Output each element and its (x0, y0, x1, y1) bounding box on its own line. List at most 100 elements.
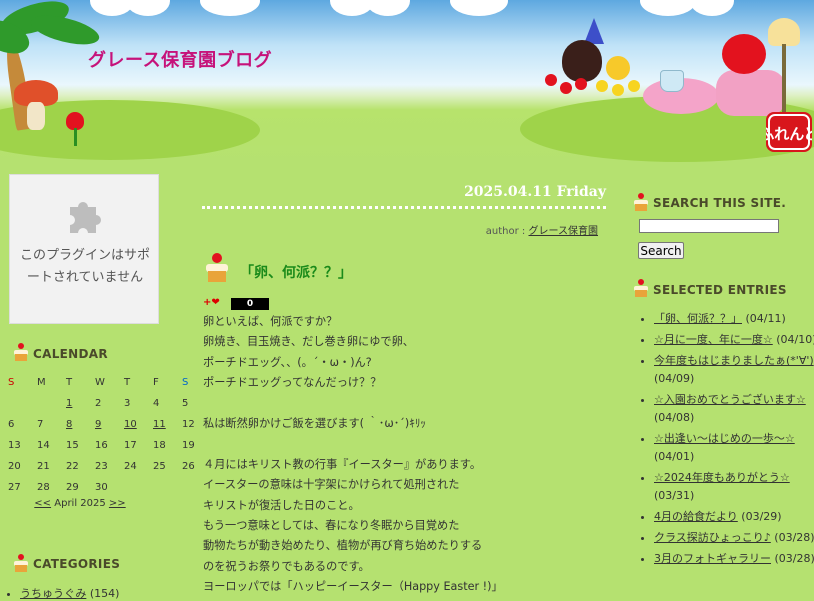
calendar-prev-link[interactable]: << (34, 498, 51, 509)
lamp-icon (768, 18, 800, 46)
cake-icon (206, 253, 228, 282)
calendar-day: 6 (8, 419, 15, 430)
author-link[interactable]: グレース保育園 (529, 226, 599, 237)
calendar-day-link[interactable]: 8 (66, 419, 72, 430)
selected-entry-link[interactable]: ☆2024年度もありがとう☆ (654, 471, 790, 484)
entry-body-line: 卵焼き、目玉焼き、だし巻き卵にゆで卵、 (203, 335, 414, 349)
selected-entry-item: 4月の給食だより (03/29) (654, 508, 814, 526)
chick-icon (606, 56, 630, 80)
calendar-day: 1 (63, 393, 92, 414)
selected-entry-date: (03/28) (771, 552, 814, 565)
categories-heading: CATEGORIES (33, 557, 121, 571)
entry-body-line: ヨーロッパでは「ハッピーイースター（Happy Easter !)」 (203, 580, 503, 594)
selected-entry-link[interactable]: 4月の給食だより (654, 510, 738, 523)
author-line: author : グレース保育園 (202, 222, 598, 237)
entry-body-line (203, 434, 603, 454)
calendar-day: 3 (124, 398, 131, 409)
cloud-decoration (200, 0, 260, 16)
calendar-day-link[interactable]: 11 (153, 419, 166, 430)
cloud-decoration (366, 0, 410, 16)
selected-entry-link[interactable]: ☆月に一度、年に一度☆ (654, 333, 773, 346)
calendar-day-link[interactable]: 1 (66, 398, 72, 409)
blog-title[interactable]: グレース保育園ブログ (88, 46, 272, 72)
selected-entry-date: (04/08) (654, 411, 695, 424)
selected-entry-link[interactable]: クラス探訪ひょっこり♪ (654, 531, 771, 544)
cloud-decoration (126, 0, 170, 16)
calendar-table: S M T W T F S 1 2 3 4 5 6 7 8 9 10 11 12 13 14 15 16 17 18 19 20 21… (5, 372, 208, 498)
calendar-day: 20 (8, 461, 21, 472)
calendar-day: 18 (153, 440, 166, 451)
selected-entry-date: (04/01) (654, 450, 695, 463)
selected-entry-link[interactable]: 「卵、何派？？」 (654, 312, 742, 325)
logo-icon: ふれんど (759, 114, 814, 150)
selected-entry-item: ☆月に一度、年に一度☆ (04/10) (654, 331, 814, 349)
selected-entry-item: ☆2024年度もありがとう☆ (03/31) (654, 469, 814, 505)
flower-icon (612, 84, 624, 96)
calendar-day: 22 (66, 461, 79, 472)
selected-entry-date: (04/10) (772, 333, 814, 346)
cake-icon (634, 279, 648, 297)
puzzle-icon (70, 202, 101, 233)
selected-entry-item: 今年度もはじまりましたぁ(*'∀') (04/09) (654, 352, 814, 388)
calendar-week-row: 13 14 15 16 17 18 19 (5, 435, 208, 456)
selected-entry-date: (04/11) (742, 312, 786, 325)
calendar-weekday: M (37, 377, 46, 388)
selected-entry-item: ☆出逢い〜はじめの一歩〜☆ (04/01) (654, 430, 814, 466)
categories-list: うちゅうぐみ (154) (20, 585, 119, 601)
entry-body-line: 卵といえば、何派ですか？ (203, 315, 338, 328)
calendar-heading: CALENDAR (33, 347, 108, 361)
search-button[interactable]: Search (638, 242, 684, 259)
entry-body-line: もう一つ意味としては、春になり冬眠から目覚めた (203, 519, 460, 533)
selected-entry-link[interactable]: 今年度もはじまりましたぁ(*'∀') (654, 354, 814, 367)
flower-icon (628, 80, 640, 92)
calendar-month-label: April 2025 (54, 498, 106, 509)
calendar-day: 29 (66, 482, 79, 493)
calendar-day: 23 (95, 461, 108, 472)
calendar-next-link[interactable]: >> (109, 498, 126, 509)
selected-entry-link[interactable]: ☆入園おめでとうございます☆ (654, 393, 806, 406)
calendar-week-row: 6 7 8 9 10 11 12 (5, 414, 208, 435)
selected-entry-link[interactable]: 3月のフォトギャラリー (654, 552, 771, 565)
tulip-stem (74, 128, 77, 146)
calendar-day: 21 (37, 461, 50, 472)
calendar-day: 11 (150, 414, 179, 435)
flower-icon (545, 74, 557, 86)
calendar-day-link[interactable]: 10 (124, 419, 137, 430)
category-link[interactable]: うちゅうぐみ (20, 587, 86, 600)
calendar-weekday-row: SMTWTFS (5, 372, 208, 393)
calendar-day: 14 (37, 440, 50, 451)
flower-icon (560, 82, 572, 94)
calendar-weekday: S (8, 377, 15, 388)
calendar-day (5, 393, 34, 414)
calendar-day: 8 (63, 414, 92, 435)
calendar-day: 13 (8, 440, 21, 451)
calendar-weekday: F (153, 377, 159, 388)
entry-body-line: キリストが復活した日のこと。 (203, 498, 360, 512)
entry-title[interactable]: 「卵、何派？？」 (240, 262, 352, 282)
search-input[interactable] (639, 219, 779, 233)
calendar-weekday: T (124, 377, 131, 388)
calendar-day: 28 (37, 482, 50, 493)
category-count: (154) (89, 587, 120, 600)
selected-entry-item: 3月のフォトギャラリー (03/28) (654, 550, 814, 568)
calendar-day: 17 (124, 440, 137, 451)
entry-body-line: ４月にはキリスト教の行事『イースター』があります。 (203, 457, 482, 471)
entry-body-line: イースターの意味は十字架にかけられて処刑された (203, 478, 460, 492)
calendar-weekday: T (66, 377, 73, 388)
calendar-day (150, 477, 179, 498)
calendar-day-link[interactable]: 9 (95, 419, 101, 430)
calendar-day: 30 (95, 482, 108, 493)
logo-text: ふれんど (766, 125, 812, 143)
sofa-icon (716, 70, 786, 116)
calendar-day: 15 (66, 440, 79, 451)
calendar-week-row: 27 28 29 30 (5, 477, 208, 498)
calendar-weekday: W (95, 377, 105, 388)
heart-icon[interactable]: +❤ (203, 297, 220, 308)
calendar-day: 2 (95, 398, 102, 409)
category-item: うちゅうぐみ (154) (20, 585, 119, 601)
calendar-day: 9 (92, 414, 121, 435)
selected-entry-date: (03/31) (654, 489, 695, 502)
calendar-nav: << April 2025 >> (0, 498, 160, 509)
selected-entry-link[interactable]: ☆出逢い〜はじめの一歩〜☆ (654, 432, 795, 445)
search-heading: SEARCH THIS SITE. (653, 196, 787, 210)
